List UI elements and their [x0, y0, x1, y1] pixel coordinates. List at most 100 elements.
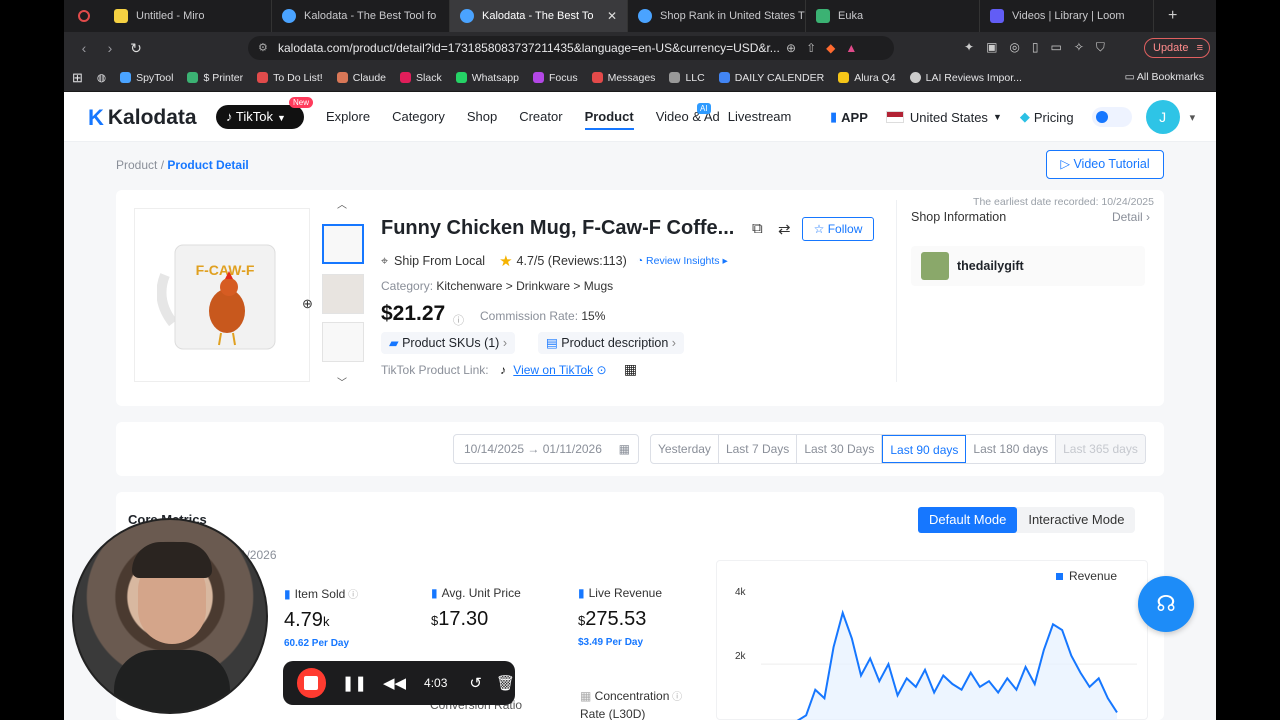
product-description-button[interactable]: ▤ Product description › [538, 332, 684, 354]
bookmark-calendar[interactable]: DAILY CALENDER [718, 72, 824, 84]
trash-icon[interactable]: 🗑 [496, 674, 515, 692]
avatar[interactable]: J [1145, 100, 1180, 134]
bookmark-llc[interactable]: LLC [669, 72, 705, 84]
core-metrics: Core Metrics 11/2026 Default Mode Intera… [116, 492, 1164, 720]
range-yesterday[interactable]: Yesterday [651, 435, 719, 463]
tab-shop-rank[interactable]: Shop Rank in United States Ti [628, 0, 806, 32]
bookmark-focus[interactable]: Focus [532, 72, 578, 84]
puzzle-icon[interactable]: ✦ [964, 40, 974, 55]
reload-icon[interactable]: ↻ [124, 40, 148, 57]
zoom-in-icon[interactable]: ⊕ [302, 296, 313, 312]
date-range-picker[interactable]: 10/14/2025 → 01/11/2026 ▦ [453, 434, 639, 464]
bookmark-spytool[interactable]: SpyTool [120, 72, 173, 84]
folder-icon: ▭ [1124, 71, 1137, 83]
chevron-up-icon[interactable]: ︿ [337, 196, 347, 211]
shop-detail-link[interactable]: Detail › [1112, 210, 1150, 224]
bookmark-whatsapp[interactable]: Whatsapp [455, 72, 519, 84]
tiktok-link-label: TikTok Product Link: [381, 363, 489, 377]
bookmark-messages[interactable]: Messages [591, 72, 655, 84]
pricing-link[interactable]: ◆ Pricing [1020, 109, 1074, 125]
globe-icon[interactable]: ◍ [97, 72, 106, 84]
zoom-icon[interactable]: ⊕ [786, 36, 796, 60]
kalodata-logo[interactable]: K Kalodata [88, 105, 197, 131]
bookmark-lai[interactable]: LAI Reviews Impor... [909, 72, 1022, 84]
back-icon[interactable]: ‹ [72, 40, 96, 57]
app-link[interactable]: ▮ APP [830, 109, 868, 125]
bookmark-claude[interactable]: Claude [336, 72, 386, 84]
sidebar-icon[interactable]: ▯ [1032, 40, 1039, 55]
view-on-tiktok-link[interactable]: View on TikTok [513, 363, 593, 377]
wallet-icon[interactable]: ▭ [1051, 40, 1062, 55]
bookmark-slack[interactable]: Slack [400, 72, 442, 84]
new-tab-button[interactable]: + [1154, 7, 1177, 25]
vpn-icon[interactable]: ⛉ [1096, 40, 1105, 55]
menu-video-ad[interactable]: Video & Ad [656, 92, 720, 142]
shop-row[interactable]: thedailygift [911, 246, 1145, 286]
tab-euka[interactable]: Euka [806, 0, 980, 32]
menu-creator[interactable]: Creator [519, 92, 562, 142]
qr-code-icon[interactable]: ▦ [624, 361, 637, 377]
translate-icon[interactable]: ⇄ [778, 220, 791, 238]
bookmark-label: Alura Q4 [854, 71, 896, 84]
bookmark-printer[interactable]: $ Printer [187, 72, 243, 84]
menu-explore[interactable]: Explore [326, 92, 370, 142]
webcam-overlay[interactable] [72, 518, 268, 714]
thumbnail-2[interactable] [322, 274, 364, 314]
restart-icon[interactable]: ↺ [469, 674, 482, 692]
follow-button[interactable]: ☆ Follow [802, 217, 874, 241]
product-image[interactable]: F-CAW-F [134, 208, 310, 382]
breadcrumb-root[interactable]: Product [116, 158, 157, 172]
loom-icon [990, 9, 1004, 23]
tab-kalodata-active[interactable]: Kalodata - The Best To ✕ [450, 0, 628, 32]
pause-icon[interactable]: ❚❚ [342, 674, 367, 692]
thumbnail-3[interactable] [322, 322, 364, 362]
info-icon[interactable]: ⓘ [345, 590, 358, 601]
ai-icon[interactable]: ✧ [1074, 40, 1084, 55]
range-7-days[interactable]: Last 7 Days [719, 435, 798, 463]
video-tutorial-button[interactable]: ▷ Video Tutorial [1046, 150, 1164, 179]
chevron-down-icon[interactable]: ﹀ [337, 374, 347, 389]
range-180-days[interactable]: Last 180 days [966, 435, 1057, 463]
rewind-icon[interactable]: ◀◀ [383, 674, 406, 692]
brave-shield-icon[interactable]: ◆ [826, 36, 835, 60]
info-icon[interactable]: ⓘ [453, 312, 464, 328]
apps-icon[interactable]: ⊞ [72, 70, 83, 86]
forward-icon[interactable]: › [98, 40, 122, 57]
tab-loom[interactable]: Videos | Library | Loom [980, 0, 1154, 32]
thumbnail-1[interactable] [322, 224, 364, 264]
interactive-mode-button[interactable]: Interactive Mode [1017, 507, 1135, 533]
all-bookmarks[interactable]: ▭ All Bookmarks [1125, 71, 1204, 83]
menu-product[interactable]: Product [584, 92, 634, 142]
site-info-icon[interactable]: ⚙ [258, 36, 268, 60]
menu-livestream[interactable]: Livestream [728, 92, 792, 142]
tab-kalodata-1[interactable]: Kalodata - The Best Tool fo [272, 0, 450, 32]
default-mode-button[interactable]: Default Mode [918, 507, 1018, 533]
sync-icon[interactable]: ◎ [1009, 40, 1019, 55]
screenshot-icon[interactable]: ▣ [986, 40, 997, 55]
brave-rewards-icon[interactable]: ▲ [845, 36, 857, 60]
category-path[interactable]: Kitchenware > Drinkware > Mugs [436, 279, 613, 293]
commission-value: 15% [581, 309, 606, 323]
range-90-days[interactable]: Last 90 days [882, 435, 967, 463]
update-button[interactable]: Update ≡ [1144, 38, 1210, 58]
review-insights-link[interactable]: ◔ Review Insights ▸ [637, 255, 728, 267]
share-icon[interactable]: ⇧ [806, 36, 816, 60]
bookmark-alura[interactable]: Alura Q4 [838, 71, 896, 84]
range-30-days[interactable]: Last 30 Days [797, 435, 883, 463]
menu-shop[interactable]: Shop [467, 92, 497, 142]
bookmark-label: SpyTool [136, 71, 174, 84]
stop-recording-button[interactable] [297, 668, 326, 698]
country-selector[interactable]: United States ▼ [885, 110, 1002, 125]
theme-toggle[interactable] [1091, 107, 1132, 127]
bookmark-todo[interactable]: To Do List! [257, 72, 323, 84]
copy-icon[interactable]: ⧉ [752, 220, 763, 237]
product-skus-button[interactable]: ▰ Product SKUs (1) › [381, 332, 515, 354]
platform-selector[interactable]: ♪ TikTok ▼ [216, 105, 304, 129]
revenue-chart[interactable]: Revenue 4k 2k [716, 560, 1148, 720]
close-tab-icon[interactable]: ✕ [601, 9, 617, 23]
tab-miro[interactable]: Untitled - Miro [104, 0, 272, 32]
info-icon[interactable]: ⓘ [669, 692, 682, 703]
menu-category[interactable]: Category [392, 92, 445, 142]
customer-support-button[interactable]: ☊ [1138, 576, 1194, 632]
chevron-down-icon[interactable]: ▾ [1190, 111, 1196, 124]
